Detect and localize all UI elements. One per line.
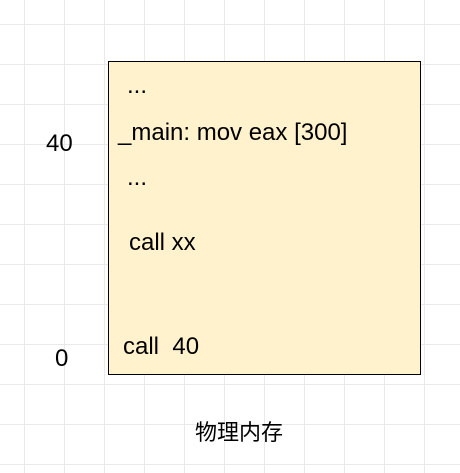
physical-memory-block: ... _main: mov eax [300] ... call xx cal… — [108, 61, 421, 375]
memory-line-main: _main: mov eax [300] — [118, 119, 348, 146]
memory-line-ellipsis-top: ... — [127, 72, 148, 99]
address-label-40: 40 — [46, 130, 73, 157]
memory-line-ellipsis-middle: ... — [127, 164, 148, 191]
address-label-0: 0 — [55, 345, 69, 372]
memory-line-call-40: call 40 — [123, 333, 200, 360]
memory-caption: 物理内存 — [195, 421, 284, 446]
memory-line-call-xx: call xx — [129, 229, 196, 256]
